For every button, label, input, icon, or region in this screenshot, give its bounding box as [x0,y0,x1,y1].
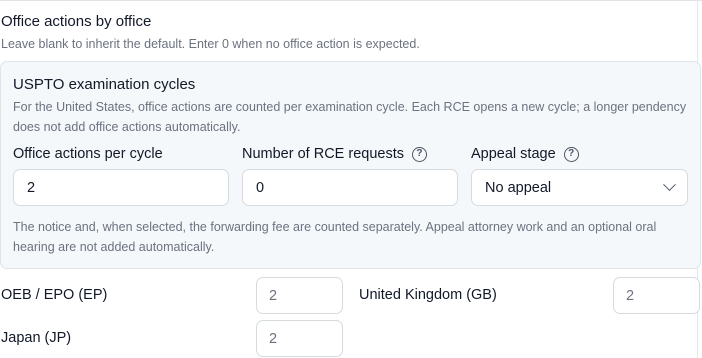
office-actions-settings: Office actions by office Leave blank to … [0,0,702,358]
office-input-ep[interactable]: 2 [256,277,343,314]
rce-requests-label-text: Number of RCE requests [242,146,404,162]
uspto-panel-note: The notice and, when selected, the forwa… [13,220,657,254]
uspto-panel-title: USPTO examination cycles [13,76,196,93]
uspto-panel-description: For the United States, office actions ar… [13,100,687,134]
chevron-down-icon [663,178,676,192]
office-value-ep: 2 [269,287,278,304]
question-circle-icon[interactable]: ? [563,146,579,162]
appeal-stage-selected: No appeal [485,179,552,196]
actions-per-cycle-label: Office actions per cycle [13,146,163,162]
actions-per-cycle-label-text: Office actions per cycle [13,146,163,162]
office-label-gb: United Kingdom (GB) [359,287,497,303]
rce-requests-label: Number of RCE requests ? [242,146,427,162]
office-input-jp[interactable]: 2 [256,320,343,357]
rce-requests-input[interactable]: 0 [242,169,458,206]
question-circle-icon[interactable]: ? [411,146,427,162]
office-value-jp: 2 [269,330,278,347]
actions-per-cycle-value: 2 [27,179,36,196]
appeal-stage-select[interactable]: No appeal [471,169,688,206]
actions-per-cycle-input[interactable]: 2 [13,169,229,206]
top-divider [0,0,702,1]
uspto-panel: USPTO examination cycles For the United … [0,61,701,269]
office-label-ep: OEB / EPO (EP) [1,287,108,303]
appeal-stage-label: Appeal stage ? [471,146,579,162]
section-title: Office actions by office [1,13,152,30]
rce-requests-value: 0 [256,179,265,196]
office-label-jp: Japan (JP) [1,330,72,346]
appeal-stage-label-text: Appeal stage [471,146,556,162]
office-input-gb[interactable]: 2 [613,277,700,314]
section-hint: Leave blank to inherit the default. Ente… [1,37,420,51]
office-value-gb: 2 [626,287,635,304]
